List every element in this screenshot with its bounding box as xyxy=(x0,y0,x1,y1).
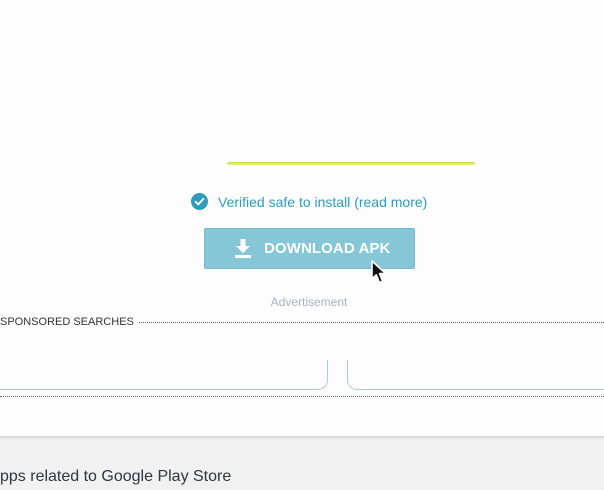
dotted-divider xyxy=(0,396,604,397)
mouse-pointer-icon xyxy=(371,260,387,284)
check-circle-icon xyxy=(191,193,208,210)
advertisement-label: Advertisement xyxy=(270,295,348,309)
progress-line xyxy=(227,162,475,165)
dotted-divider xyxy=(138,322,604,323)
verified-text: Verified safe to install (read more) xyxy=(218,194,427,210)
download-icon xyxy=(235,239,251,258)
verified-notice: Verified safe to install (read more) xyxy=(191,192,427,211)
sponsored-searches-header: SPONSORED SEARCHES xyxy=(0,316,604,328)
related-apps-title: pps related to Google Play Store xyxy=(0,468,232,485)
sponsored-search-link[interactable] xyxy=(0,360,328,390)
read-more-link[interactable]: (read more) xyxy=(354,194,427,210)
sponsored-search-link[interactable] xyxy=(347,360,604,390)
verified-label: Verified safe to install xyxy=(218,193,351,210)
download-card: Verified safe to install (read more) DOW… xyxy=(0,0,604,437)
download-apk-label: DOWNLOAD APK xyxy=(264,240,391,257)
sponsored-searches-title: SPONSORED SEARCHES xyxy=(0,316,134,328)
